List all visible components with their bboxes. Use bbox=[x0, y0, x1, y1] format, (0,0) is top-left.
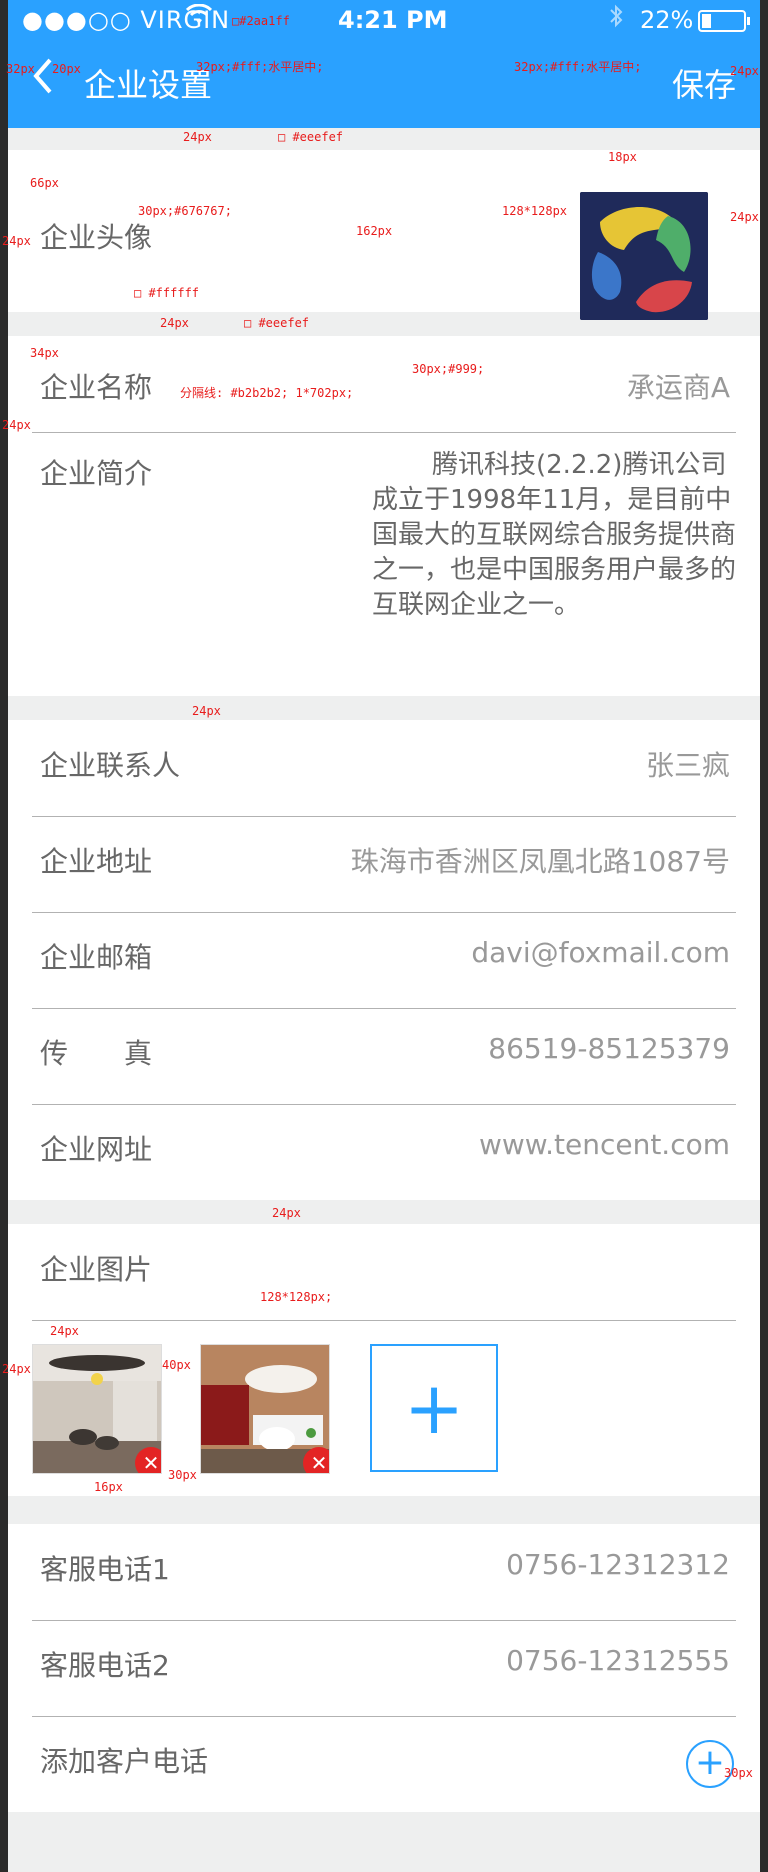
annotation: □ #eeefef bbox=[244, 316, 310, 330]
company-avatar[interactable] bbox=[580, 192, 708, 320]
annotation: 18px bbox=[608, 150, 637, 164]
delete-photo-button[interactable]: ✕ bbox=[303, 1447, 329, 1473]
annotation: 30px bbox=[724, 1766, 753, 1780]
intro-value: 腾讯科技(2.2.2)腾讯公司成立于1998年11月，是目前中国最大的互联网综合… bbox=[372, 450, 737, 620]
avatar-label: 企业头像 bbox=[40, 221, 153, 254]
fax-value: 86519-85125379 bbox=[488, 1032, 730, 1065]
top-bar: ●●●○○ VIRGIN 4:21 PM 22% 企业设置 保存 32px 20… bbox=[6, 0, 760, 128]
annotation: 32px;#fff;水平居中; bbox=[196, 60, 324, 74]
name-row[interactable]: 企业名称 承运商A bbox=[32, 336, 736, 433]
annotation: 30px;#999; bbox=[412, 362, 485, 376]
name-value: 承运商A bbox=[626, 371, 730, 404]
annotation: 30px bbox=[168, 1468, 197, 1482]
contact-section: 企业联系人 张三疯 企业地址 珠海市香洲区凤凰北路1087号 企业邮箱 davi… bbox=[8, 720, 760, 1200]
annotation: □ #ffffff bbox=[134, 286, 200, 300]
annotation: □#2aa1ff bbox=[232, 14, 290, 28]
avatar-section[interactable]: 企业头像 66px 30px;#676767; 162px 128*128px … bbox=[2, 150, 760, 320]
annotation: 162px bbox=[356, 224, 393, 238]
annotation: 128*128px; bbox=[260, 1290, 333, 1304]
name-label: 企业名称 bbox=[40, 371, 153, 404]
intro-row[interactable]: 企业简介 腾讯科技(2.2.2)腾讯公司成立于1998年11月，是目前中国最大的… bbox=[32, 432, 736, 696]
email-label: 企业邮箱 bbox=[40, 941, 153, 974]
annotation: 24px bbox=[2, 418, 31, 432]
wifi-icon bbox=[185, 3, 213, 32]
annotation: 66px bbox=[30, 176, 59, 190]
annotation: □ #eeefef bbox=[278, 130, 344, 144]
annotation: 40px bbox=[162, 1358, 191, 1372]
pictures-section: 企业图片 ✕ ✕ + 24px 128*128px; 24px 40px 16p bbox=[2, 1224, 760, 1496]
logo-image bbox=[580, 192, 708, 320]
pictures-header: 企业图片 bbox=[32, 1224, 736, 1321]
email-row[interactable]: 企业邮箱 davi@foxmail.com bbox=[32, 912, 736, 1009]
email-value: davi@foxmail.com bbox=[471, 936, 730, 969]
pictures-label: 企业图片 bbox=[40, 1253, 153, 1286]
annotation: 16px bbox=[94, 1480, 123, 1494]
delete-photo-button[interactable]: ✕ bbox=[135, 1447, 161, 1473]
add-phone-row[interactable]: 添加客户电话 bbox=[32, 1716, 736, 1812]
add-phone-label: 添加客户电话 bbox=[40, 1745, 209, 1778]
phone-label: 客服电话2 bbox=[40, 1649, 170, 1682]
add-photo-button[interactable]: + bbox=[370, 1344, 498, 1472]
save-button[interactable]: 保存 bbox=[672, 60, 736, 106]
battery-percent: 22% bbox=[640, 6, 694, 34]
annotation: 30px;#676767; bbox=[138, 204, 232, 218]
phones-section: 客服电话1 0756-12312312 客服电话2 0756-12312555 … bbox=[8, 1524, 760, 1812]
annotation: 分隔线: #b2b2b2; 1*702px; bbox=[180, 386, 354, 400]
annotation: 24px bbox=[50, 1324, 79, 1338]
contact-row[interactable]: 企业联系人 张三疯 bbox=[32, 720, 736, 817]
bluetooth-icon bbox=[608, 4, 624, 34]
annotation: 24px bbox=[192, 704, 221, 718]
contact-value: 张三疯 bbox=[645, 749, 730, 782]
page-title: 企业设置 bbox=[84, 66, 213, 104]
fax-label: 传 真 bbox=[40, 1037, 153, 1070]
address-label: 企业地址 bbox=[40, 845, 153, 878]
status-bar: ●●●○○ VIRGIN 4:21 PM 22% bbox=[8, 0, 760, 40]
annotation: 24px bbox=[2, 1362, 31, 1376]
navigation-bar: 企业设置 保存 bbox=[8, 40, 760, 128]
intro-label: 企业简介 bbox=[40, 457, 153, 490]
phone-label: 客服电话1 bbox=[40, 1553, 170, 1586]
annotation: 24px bbox=[730, 210, 759, 224]
website-value: www.tencent.com bbox=[478, 1128, 730, 1161]
annotation: 24px bbox=[2, 234, 31, 248]
battery-icon bbox=[698, 10, 750, 32]
annotation: 24px bbox=[160, 316, 189, 330]
frame-right bbox=[760, 0, 768, 1872]
add-phone-button[interactable]: + bbox=[686, 1740, 734, 1788]
phone-row[interactable]: 客服电话1 0756-12312312 bbox=[32, 1524, 736, 1621]
phone-value: 0756-12312555 bbox=[506, 1644, 730, 1677]
contact-label: 企业联系人 bbox=[40, 749, 181, 782]
address-value: 珠海市香洲区凤凰北路1087号 bbox=[350, 845, 730, 878]
annotation: 20px bbox=[52, 62, 81, 76]
annotation: 128*128px bbox=[502, 204, 568, 218]
annotation: 32px bbox=[6, 62, 35, 76]
website-row[interactable]: 企业网址 www.tencent.com bbox=[32, 1104, 736, 1200]
annotation: 24px bbox=[183, 130, 212, 144]
phone-value: 0756-12312312 bbox=[506, 1548, 730, 1581]
annotation: 32px;#fff;水平居中; bbox=[514, 60, 642, 74]
profile-section: 企业名称 承运商A 企业简介 腾讯科技(2.2.2)腾讯公司成立于1998年11… bbox=[2, 336, 760, 696]
frame-left bbox=[0, 0, 8, 1872]
phone-row[interactable]: 客服电话2 0756-12312555 bbox=[32, 1620, 736, 1717]
annotation: 24px bbox=[272, 1206, 301, 1220]
annotation: 24px bbox=[730, 64, 759, 78]
company-photo[interactable]: ✕ bbox=[32, 1344, 162, 1474]
fax-row[interactable]: 传 真 86519-85125379 bbox=[32, 1008, 736, 1105]
address-row[interactable]: 企业地址 珠海市香洲区凤凰北路1087号 bbox=[32, 816, 736, 913]
company-photo[interactable]: ✕ bbox=[200, 1344, 330, 1474]
website-label: 企业网址 bbox=[40, 1133, 153, 1166]
annotation: 34px bbox=[30, 346, 59, 360]
clock-text: 4:21 PM bbox=[338, 6, 448, 34]
